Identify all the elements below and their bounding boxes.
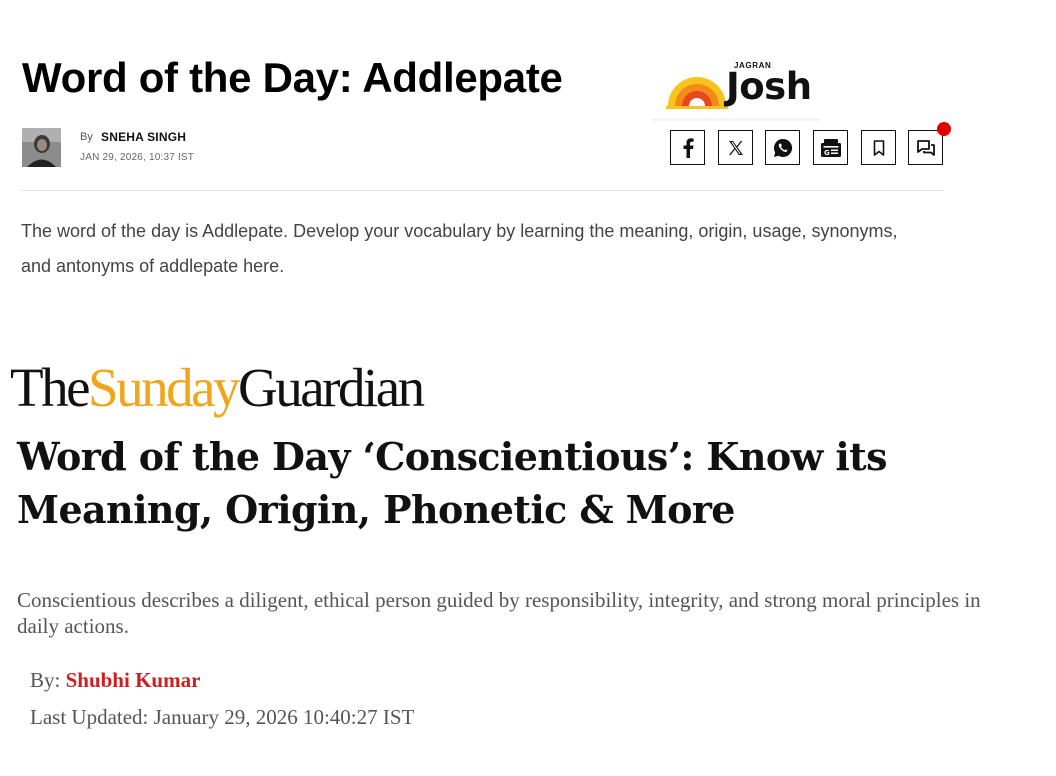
logo-the-text: The [10,357,91,418]
logo-josh-text: Josh [726,65,812,108]
sunday-guardian-logo[interactable]: TheSundayGuardian [10,356,425,420]
share-whatsapp-button[interactable] [765,130,800,165]
article-summary: Conscientious describes a diligent, ethi… [17,588,981,638]
svg-text:G: G [824,149,830,157]
byline-by-label: By: [30,668,61,692]
bookmark-button[interactable] [861,130,896,165]
author-avatar[interactable] [22,128,61,167]
share-x-button[interactable] [718,130,753,165]
facebook-icon [683,137,694,158]
last-updated: Last Updated: January 29, 2026 10:40:27 … [30,705,415,729]
whatsapp-icon [773,138,792,157]
comments-button[interactable] [908,130,943,165]
jagran-josh-logo[interactable]: JAGRAN Josh [652,60,820,126]
section-divider [20,190,944,191]
publish-date: JAN 29, 2026, 10:37 IST [80,152,195,163]
author-name-link[interactable]: Shubhi Kumar [66,668,201,692]
article-headline: Word of the Day ‘Conscientious’: Know it… [17,434,888,532]
sun-logo-icon [666,77,728,109]
author-name-link[interactable]: SNEHA SINGH [101,130,186,144]
share-facebook-button[interactable] [670,130,705,165]
logo-underline [652,118,820,121]
logo-sunday-text: Sunday [88,357,241,418]
article-summary: The word of the day is Addlepate. Develo… [21,221,898,276]
avatar-photo-icon [22,128,61,167]
article-title: Word of the Day: Addlepate [22,54,563,101]
google-news-icon: G [820,138,841,157]
byline: By: Shubhi Kumar [30,668,200,693]
google-news-button[interactable]: G [813,130,848,165]
bookmark-icon [873,139,884,156]
x-icon [728,140,743,155]
logo-guardian-text: Guardian [238,357,425,418]
notification-dot [937,122,951,136]
byline-by-label: By [80,131,93,143]
comments-icon [916,139,935,156]
